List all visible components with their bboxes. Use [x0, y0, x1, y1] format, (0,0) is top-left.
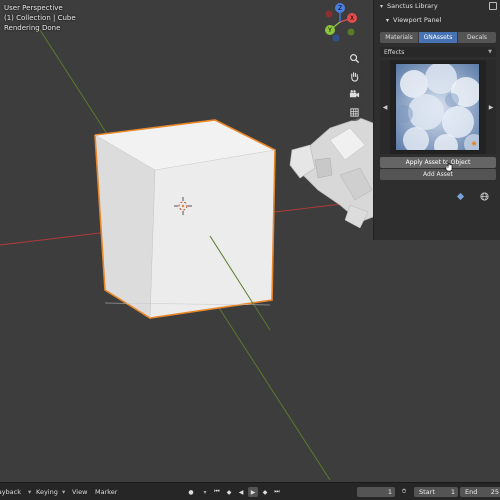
- gizmo-y-label: Y: [327, 27, 332, 34]
- subpanel-title: Viewport Panel: [393, 16, 442, 24]
- chevron-down-icon: ▾: [28, 488, 32, 496]
- tab-materials[interactable]: Materials: [380, 32, 419, 43]
- tab-decals[interactable]: Decals: [458, 32, 496, 43]
- tab-gnassets[interactable]: GNAssets: [419, 32, 458, 43]
- camera-icon: [349, 90, 360, 98]
- panel-title: Sanctus Library: [387, 2, 438, 10]
- asset-thumbnail[interactable]: ✸: [395, 63, 480, 151]
- play-reverse-icon: ◀: [238, 488, 244, 496]
- play-reverse-button[interactable]: ◀: [236, 487, 246, 497]
- end-label: End: [465, 488, 478, 496]
- chevron-right-icon: ▶: [488, 103, 494, 111]
- jump-start-button[interactable]: ⏮: [212, 487, 222, 497]
- world-settings-button[interactable]: [478, 190, 490, 202]
- chevron-down-icon: ▾: [386, 16, 390, 24]
- chevron-down-icon: ▾: [62, 488, 66, 496]
- gizmo-x-label: X: [350, 15, 354, 22]
- prev-keyframe-icon: ◆: [226, 488, 232, 496]
- geometry-nodes-badge-icon: ✸: [471, 140, 477, 148]
- asset-tabs: Materials GNAssets Decals: [380, 32, 496, 43]
- prev-keyframe-button[interactable]: ◆: [224, 487, 234, 497]
- stopwatch-icon[interactable]: ⏱: [399, 487, 409, 497]
- previous-asset-button[interactable]: ◀: [380, 60, 390, 154]
- render-status: Rendering Done: [4, 24, 61, 32]
- cube-object: [94, 119, 276, 331]
- play-icon: ▶: [250, 488, 256, 496]
- chevron-left-icon: ◀: [382, 103, 388, 111]
- suzanne-mesh: [289, 117, 379, 229]
- camera-view-button[interactable]: [346, 86, 363, 103]
- next-keyframe-button[interactable]: ◆: [260, 487, 270, 497]
- perspective-grid-icon: [350, 108, 359, 117]
- end-frame-field[interactable]: End 25: [460, 487, 500, 497]
- start-label: Start: [419, 488, 435, 496]
- apply-asset-button[interactable]: Apply Asset to Object: [380, 157, 496, 168]
- start-value: 1: [450, 488, 455, 496]
- pan-button[interactable]: [346, 68, 363, 85]
- mouse-cursor-icon: [445, 161, 453, 172]
- category-dropdown[interactable]: Effects ▼: [380, 47, 496, 57]
- gizmo-z-label: Z: [338, 5, 342, 12]
- asset-preview-browser: ◀ ▶ ✸: [380, 60, 496, 154]
- view-name: User Perspective: [4, 4, 63, 12]
- chevron-down-icon: ▼: [488, 49, 492, 55]
- jump-end-button[interactable]: ⏭: [272, 487, 282, 497]
- keying-menu[interactable]: Keying: [36, 488, 58, 496]
- diamond-icon: [456, 192, 464, 200]
- asset-settings-button[interactable]: [454, 190, 466, 202]
- chevron-down-icon: ▾: [380, 2, 384, 10]
- cloud-preview-image: [396, 64, 479, 150]
- viewport-subpanel-header[interactable]: ▾ Viewport Panel: [374, 14, 500, 26]
- next-asset-button[interactable]: ▶: [486, 60, 496, 154]
- play-button[interactable]: ▶: [248, 487, 258, 497]
- panel-header[interactable]: ▾ Sanctus Library: [374, 0, 500, 12]
- marker-menu[interactable]: Marker: [95, 488, 117, 496]
- record-button[interactable]: ●: [186, 487, 196, 497]
- start-frame-field[interactable]: Start 1: [414, 487, 458, 497]
- perspective-toggle-button[interactable]: [346, 104, 363, 121]
- globe-icon: [479, 191, 489, 201]
- playback-menu[interactable]: Playback: [0, 488, 21, 496]
- timeline-bar: Playback ▾ Keying ▾ View Marker ● ▾ ⏮ ◆ …: [0, 482, 500, 500]
- jump-end-icon: ⏭: [274, 488, 280, 495]
- hand-pan-icon: [351, 72, 359, 82]
- collection-info: (1) Collection | Cube: [4, 14, 76, 22]
- sanctus-library-panel: ▾ Sanctus Library ▾ Viewport Panel Mater…: [373, 0, 500, 240]
- end-value: 25: [490, 488, 499, 496]
- zoom-icon: [350, 54, 360, 64]
- category-value: Effects: [384, 48, 405, 56]
- zoom-button[interactable]: [346, 50, 363, 67]
- view-menu[interactable]: View: [72, 488, 87, 496]
- orientation-gizmo: X Z Y: [325, 3, 357, 42]
- chevron-down-icon[interactable]: ▾: [200, 487, 210, 497]
- next-keyframe-icon: ◆: [262, 488, 268, 496]
- add-asset-button[interactable]: Add Asset: [380, 169, 496, 180]
- record-icon: ●: [188, 488, 194, 496]
- jump-start-icon: ⏮: [214, 488, 220, 495]
- current-frame-field[interactable]: 1: [357, 487, 395, 497]
- copy-icon[interactable]: [489, 2, 497, 10]
